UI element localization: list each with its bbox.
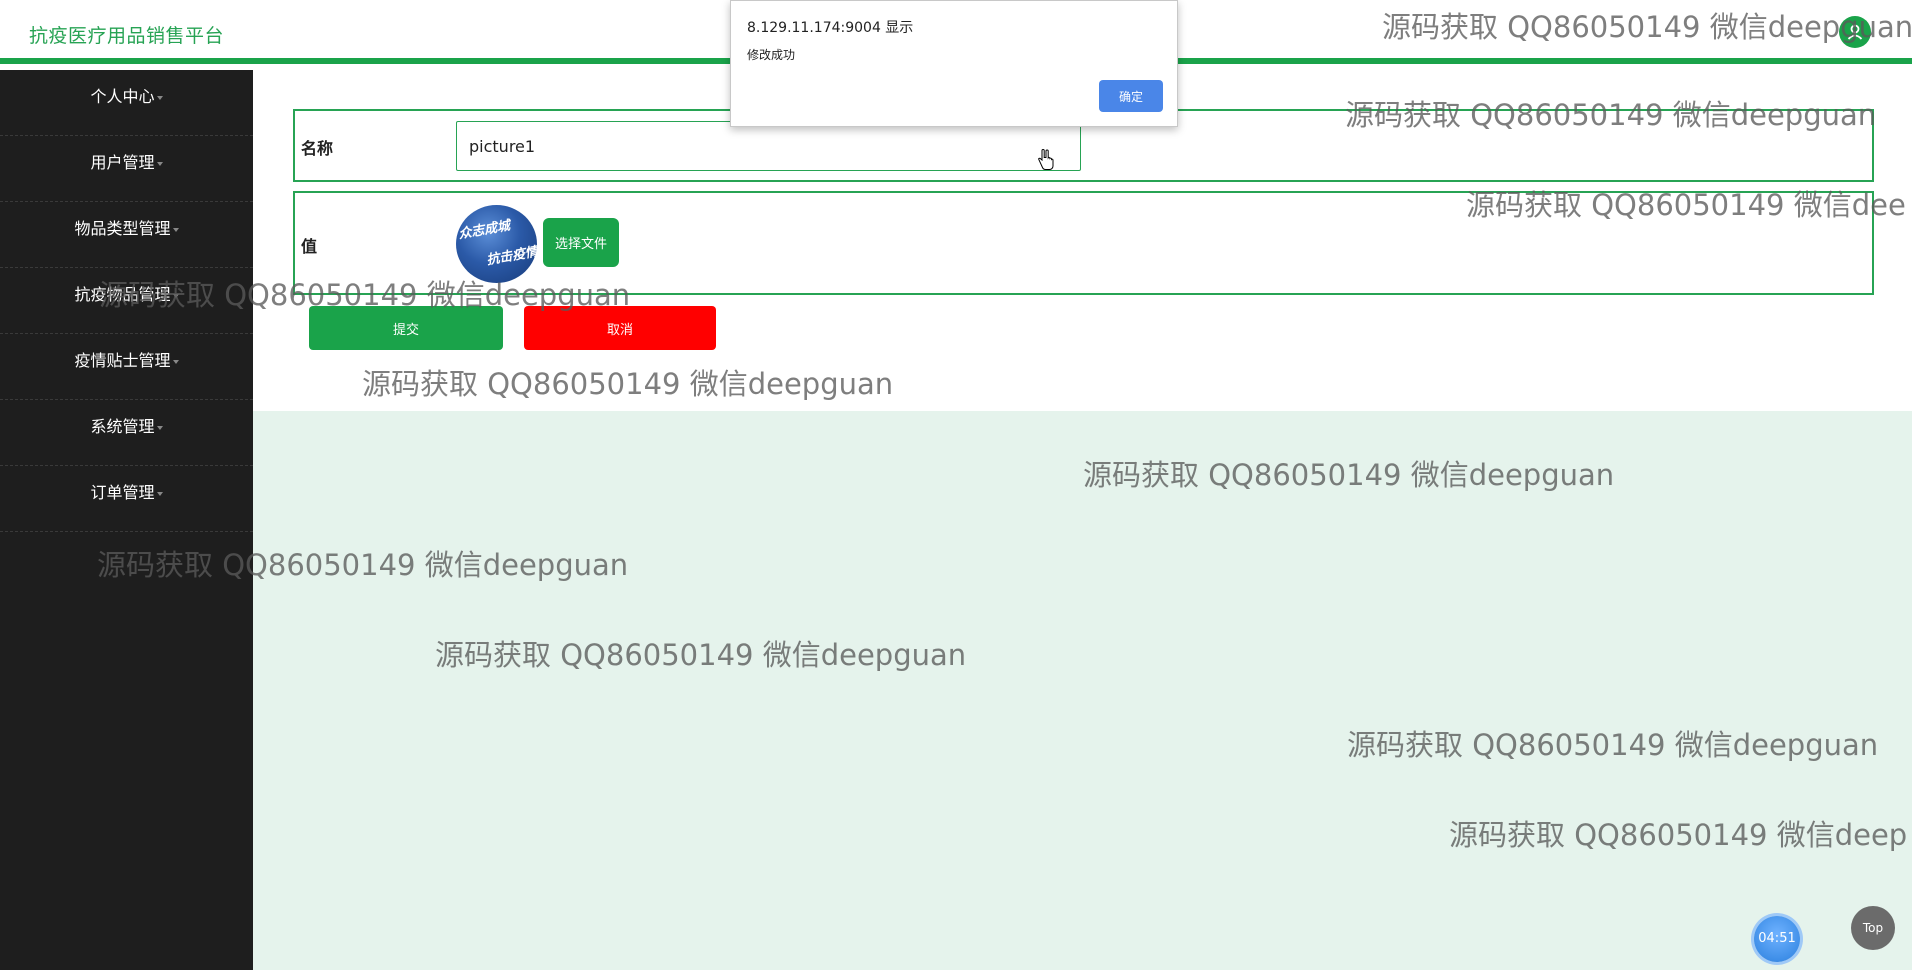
submit-button[interactable]: 提交 [309, 306, 503, 350]
content-background [253, 411, 1912, 970]
sidebar-item-label: 订单管理 [90, 483, 155, 502]
caret-down-icon [156, 491, 163, 496]
cancel-button[interactable]: 取消 [524, 306, 716, 350]
sidebar-item-supplies-management[interactable]: 抗疫物品管理 [0, 268, 253, 334]
name-input[interactable] [456, 121, 1081, 171]
sidebar-nav: 个人中心 用户管理 物品类型管理 抗疫物品管理 疫情贴士管理 系统管理 订单管理 [0, 70, 253, 970]
brand-title[interactable]: 抗疫医疗用品销售平台 [29, 21, 224, 48]
caret-down-icon [156, 161, 163, 166]
choose-file-button[interactable]: 选择文件 [543, 218, 619, 267]
user-avatar[interactable] [1839, 16, 1871, 48]
sidebar-item-item-type-management[interactable]: 物品类型管理 [0, 202, 253, 268]
name-label: 名称 [301, 139, 334, 158]
dialog-message: 修改成功 [747, 48, 796, 62]
countdown-timer[interactable]: 04:51 [1754, 916, 1800, 962]
hand-pointer-icon [1038, 149, 1054, 170]
sidebar-item-personal-center[interactable]: 个人中心 [0, 70, 253, 136]
sidebar-item-system-management[interactable]: 系统管理 [0, 400, 253, 466]
caret-down-icon [156, 425, 163, 430]
uploaded-image-preview: 众志成城 抗击疫情 [456, 205, 537, 283]
sidebar-item-label: 用户管理 [90, 153, 155, 172]
caret-down-icon [172, 293, 179, 298]
sidebar-item-order-management[interactable]: 订单管理 [0, 466, 253, 532]
alert-dialog: 8.129.11.174:9004 显示 修改成功 确定 [730, 0, 1178, 127]
dialog-ok-button[interactable]: 确定 [1099, 80, 1163, 112]
sidebar-item-label: 抗疫物品管理 [74, 285, 171, 304]
sidebar-item-tips-management[interactable]: 疫情贴士管理 [0, 334, 253, 400]
sidebar-item-label: 疫情贴士管理 [74, 351, 171, 370]
user-icon [1847, 24, 1863, 40]
value-label: 值 [301, 237, 318, 256]
sidebar-item-label: 系统管理 [90, 417, 155, 436]
sidebar-item-user-management[interactable]: 用户管理 [0, 136, 253, 202]
image-text-line1: 众志成城 [457, 218, 512, 243]
dialog-title: 8.129.11.174:9004 显示 [747, 20, 914, 36]
image-text-line2: 抗击疫情 [485, 244, 537, 269]
sidebar-item-label: 物品类型管理 [74, 219, 171, 238]
caret-down-icon [172, 227, 179, 232]
sidebar-item-label: 个人中心 [90, 87, 155, 106]
caret-down-icon [156, 95, 163, 100]
back-to-top-button[interactable]: Top [1851, 906, 1895, 950]
caret-down-icon [172, 359, 179, 364]
